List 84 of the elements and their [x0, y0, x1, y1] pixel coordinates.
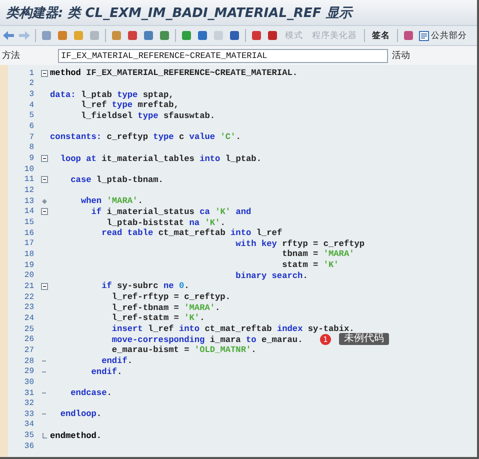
code-line: endif. — [100, 356, 133, 366]
line-number: 15 — [23, 218, 35, 228]
line-number: 30 — [23, 378, 35, 387]
line-number: 13 — [23, 196, 35, 206]
line-number: 9 — [28, 154, 35, 164]
line-number: 6 — [28, 122, 35, 132]
code-line: if i_material_status ca 'K' and — [90, 206, 252, 217]
code-line: tbnam = 'MARA' — [281, 249, 354, 260]
collapse-icon[interactable] — [40, 155, 48, 162]
code-line: data: l_ptab type sptap, — [50, 90, 174, 100]
code-line: l_ref-rftyp = c_reftyp. — [110, 292, 230, 302]
code-line: loop at it_material_tables into l_ptab. — [59, 154, 262, 164]
code-line: l_ref-tbnam = 'MARA'. — [110, 302, 220, 313]
line-number: 33 — [23, 410, 35, 419]
code-line: constants: c_reftyp type c value 'C'. — [50, 132, 241, 142]
line-number: 3 — [28, 90, 35, 100]
line-number: 26 — [23, 335, 35, 344]
line-number: 18 — [23, 250, 35, 259]
line-number: 24 — [23, 314, 35, 323]
line-number: 7 — [28, 132, 35, 142]
collapse-icon[interactable] — [40, 208, 48, 216]
window-title: 类构建器: 类 CL_EXM_IM_BADI_MATERIAL_REF 显示 — [6, 4, 352, 22]
line-number: 14 — [23, 207, 35, 216]
collapse-icon[interactable] — [40, 70, 48, 77]
block-end-icon — [42, 392, 46, 394]
method-input-field[interactable]: IF_EX_MATERIAL_REFERENCE~CREATE_MATERIAL — [58, 48, 388, 62]
line-number: 11 — [23, 175, 35, 184]
code-editor[interactable] — [0, 65, 477, 457]
collapse-icon[interactable] — [40, 282, 48, 290]
code-line: l_ptab-biststat na 'K'. — [106, 218, 226, 228]
line-number: 31 — [23, 388, 35, 398]
line-number: 21 — [23, 282, 35, 291]
back-arrow-icon[interactable] — [3, 31, 14, 40]
line-number: 25 — [23, 324, 35, 334]
code-line: l_fieldsel type sfauswtab. — [80, 110, 216, 121]
line-number: 5 — [28, 111, 35, 120]
line-number: 10 — [23, 164, 35, 174]
line-number: 8 — [28, 143, 35, 152]
code-line: when 'MARA'. — [80, 196, 143, 206]
status-text: 活动 — [392, 50, 410, 62]
line-number: 20 — [23, 271, 35, 280]
line-number: 1 — [28, 68, 35, 78]
block-end-icon — [42, 370, 46, 373]
line-number: 2 — [28, 79, 35, 88]
line-number: 28 — [23, 356, 35, 366]
panel-icon — [419, 30, 429, 40]
line-number: 29 — [23, 367, 35, 376]
code-line: statm = 'K' — [281, 260, 339, 270]
branch-marker-icon — [42, 198, 46, 204]
toolbar-button[interactable]: 签名 — [370, 30, 392, 42]
code-line: method IF_EX_MATERIAL_REFERENCE~CREATE_MATERIAL. — [50, 68, 298, 78]
line-number: 35 — [23, 431, 35, 440]
method-label: 方法 — [2, 50, 21, 62]
block-end-icon — [42, 413, 46, 416]
line-number: 34 — [23, 420, 35, 430]
code-line: e_marau-bismt = 'OLD_MATNR'. — [110, 345, 256, 356]
line-number: 17 — [23, 239, 35, 248]
code-line: endloop. — [59, 409, 102, 420]
code-line: endcase. — [70, 388, 112, 398]
code-line: read table ct_mat_reftab into l_ref — [100, 228, 282, 238]
collapse-icon[interactable] — [40, 176, 48, 184]
code-line: case l_ptab-tbnam. — [70, 174, 164, 185]
line-number: 16 — [23, 228, 35, 238]
code-line: move-corresponding i_mara to e_marau. — [110, 334, 303, 345]
code-line: binary search. — [234, 270, 308, 281]
line-number: 12 — [23, 186, 35, 196]
code-line: endif. — [90, 366, 122, 377]
annotation-tooltip: 未例代码 — [339, 333, 389, 346]
line-number: 23 — [23, 303, 35, 312]
line-number: 4 — [28, 100, 35, 110]
code-line: l_ref-statm = 'K'. — [110, 313, 205, 324]
line-number: 22 — [23, 292, 35, 302]
code-line: l_ref type mreftab, — [80, 100, 179, 110]
public-section-button[interactable]: 公共部分 — [419, 30, 467, 42]
block-end-icon — [42, 432, 46, 439]
block-end-icon — [42, 360, 46, 362]
line-number: 19 — [23, 260, 35, 270]
code-line: insert l_ref into ct_mat_reftab index sy-tabix. — [110, 324, 354, 334]
line-number: 36 — [23, 442, 35, 451]
code-line: if sy-subrc ne 0. — [100, 281, 190, 292]
code-line: with key rftyp = c_reftyp — [234, 238, 365, 249]
line-number: 27 — [23, 346, 35, 355]
line-number: 32 — [23, 399, 35, 408]
code-line: endmethod. — [50, 430, 102, 441]
